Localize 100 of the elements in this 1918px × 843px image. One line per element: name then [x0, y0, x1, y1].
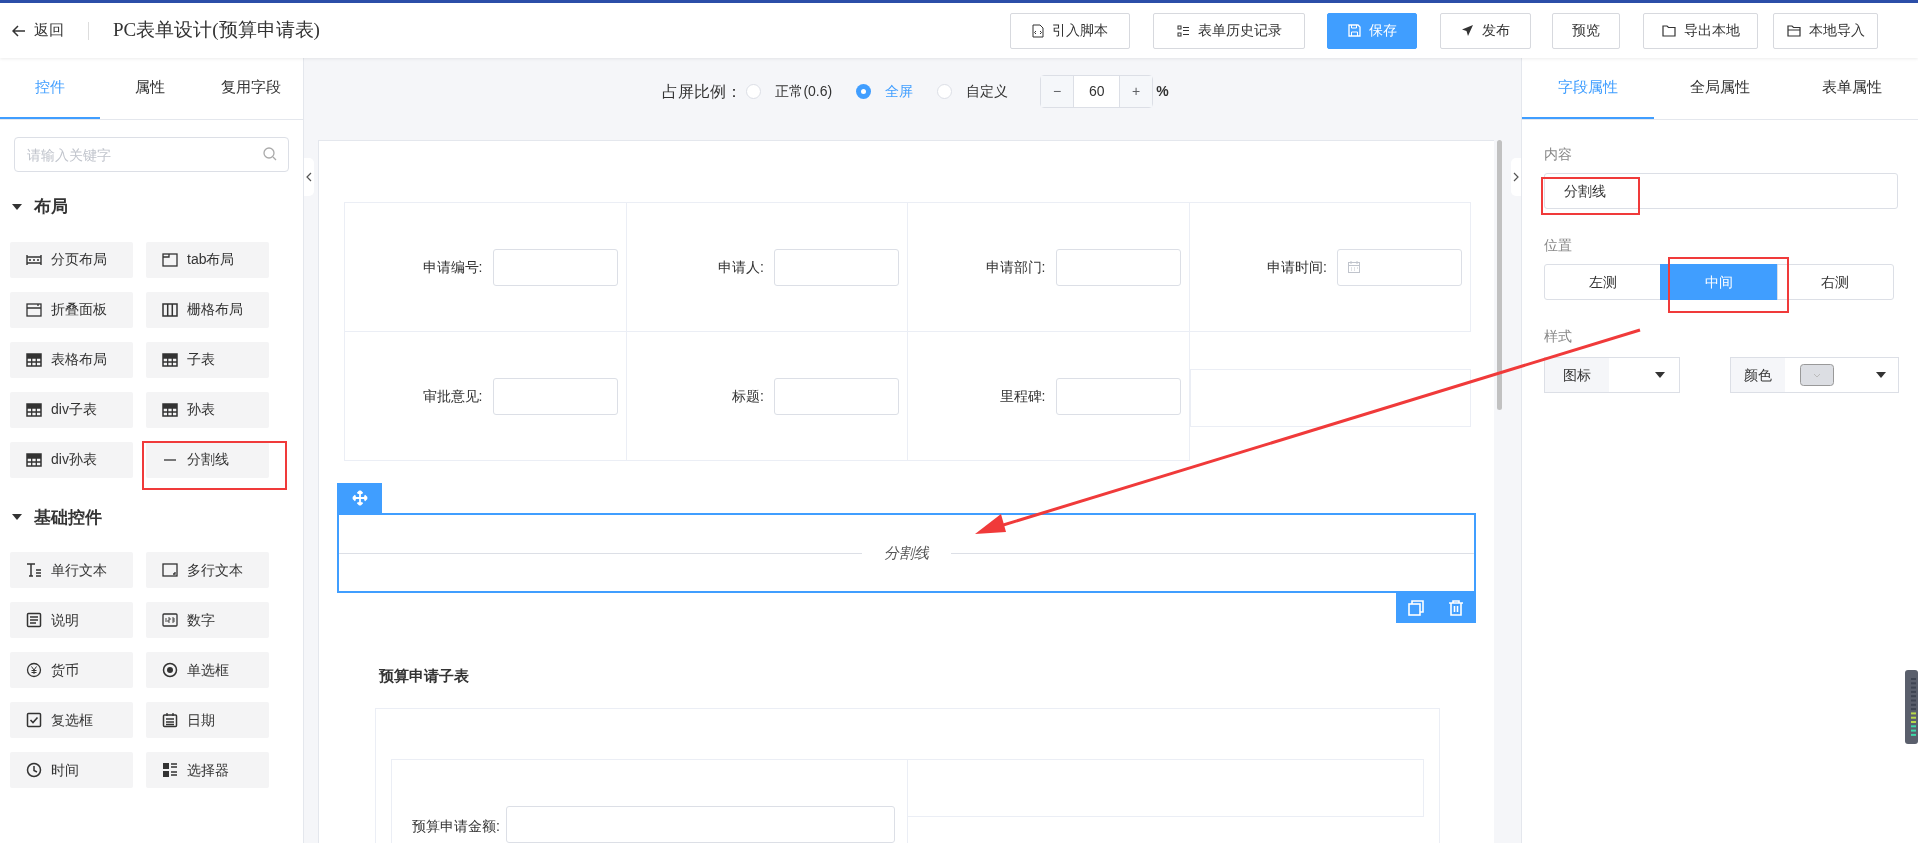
header-button[interactable]: 引入脚本 — [1010, 12, 1130, 49]
palette-item[interactable]: 分页布局 — [10, 241, 133, 278]
input-field[interactable] — [492, 377, 618, 415]
ratio-option[interactable]: 正常(0.6) — [746, 81, 833, 102]
radio-icon — [162, 662, 178, 678]
palette-item[interactable]: 分割线 — [146, 441, 269, 478]
increase-button[interactable]: + — [1119, 76, 1153, 107]
palette-item[interactable]: 折叠面板 — [10, 291, 133, 328]
number-stepper[interactable]: − 60 + — [1040, 75, 1154, 108]
table-icon — [26, 401, 42, 418]
columns-icon — [162, 301, 178, 318]
field-label: 标题: — [732, 386, 764, 406]
table-icon — [162, 401, 178, 418]
field-label: 预算申请金额: — [412, 816, 500, 836]
field-label: 申请人: — [718, 257, 764, 277]
panel-icon — [26, 301, 42, 318]
tab-icon — [162, 251, 178, 268]
input-field[interactable] — [1055, 377, 1181, 415]
ratio-option[interactable]: 自定义 — [937, 81, 1009, 102]
back-button[interactable]: 返回 — [12, 19, 64, 42]
header-button[interactable]: 发布 — [1440, 12, 1531, 49]
textarea-icon — [162, 562, 178, 578]
search-icon — [263, 147, 277, 161]
save-icon — [1347, 24, 1361, 37]
palette-item[interactable]: div子表 — [10, 391, 133, 428]
group-header[interactable]: 基础控件 — [12, 504, 303, 530]
zoom-value[interactable]: 60 — [1074, 76, 1120, 107]
palette-item[interactable]: 多行文本 — [146, 552, 269, 588]
group-header[interactable]: 布局 — [12, 194, 303, 220]
collapse-handle[interactable] — [1511, 158, 1521, 196]
palette-item[interactable]: tab布局 — [146, 241, 269, 278]
copy-icon — [1408, 600, 1424, 616]
caret-down-icon — [12, 201, 22, 212]
palette-item[interactable]: 选择器 — [146, 752, 269, 788]
field-label: 申请时间: — [1267, 257, 1327, 277]
palette-item[interactable]: 复选框 — [10, 702, 133, 738]
header-button[interactable]: 导出本地 — [1643, 12, 1758, 49]
palette-item[interactable]: 单选框 — [146, 652, 269, 688]
field-label: 审批意见: — [422, 386, 483, 406]
segment-option[interactable]: 左测 — [1544, 264, 1662, 300]
field-label: 样式 — [1544, 327, 1573, 346]
palette-item[interactable]: 孙表 — [146, 391, 269, 428]
palette-item[interactable]: 栅格布局 — [146, 291, 269, 328]
line-icon — [164, 458, 176, 461]
palette-item[interactable]: 子表 — [146, 341, 269, 378]
move-handle[interactable] — [337, 483, 382, 513]
input-field[interactable]: 分割线 — [1544, 173, 1898, 209]
field-label: 里程碑: — [999, 386, 1046, 406]
header-button[interactable]: 预览 — [1552, 12, 1620, 49]
copy-button[interactable] — [1408, 600, 1424, 616]
number-icon — [162, 612, 178, 628]
segment-option[interactable]: 右测 — [1776, 264, 1894, 300]
palette-item[interactable]: 货币 — [10, 652, 133, 688]
table-icon — [26, 351, 42, 368]
document-icon — [26, 612, 42, 628]
field-label: 申请编号: — [422, 257, 483, 277]
color-swatch-icon — [1800, 364, 1834, 386]
search-field[interactable]: 请输入关键字 — [14, 137, 289, 172]
header-button[interactable]: 表单历史记录 — [1153, 12, 1305, 49]
field-label: 申请部门: — [985, 257, 1046, 277]
script-file-icon — [1032, 23, 1044, 38]
panel-tab[interactable]: 全局属性 — [1653, 58, 1786, 119]
ratio-label: 占屏比例： — [662, 81, 743, 102]
panel-tab[interactable]: 复用字段 — [199, 58, 303, 119]
list-icon — [162, 762, 178, 778]
calendar-icon — [1348, 261, 1360, 273]
collapse-handle[interactable] — [304, 158, 314, 196]
caret-down-icon — [1876, 372, 1886, 378]
caret-down-icon — [1655, 372, 1665, 378]
input-field[interactable] — [774, 377, 899, 415]
input-field[interactable] — [492, 248, 618, 286]
palette-item[interactable]: 单行文本 — [10, 552, 133, 588]
scrollbar[interactable] — [1497, 140, 1502, 410]
palette-item[interactable]: 时间 — [10, 752, 133, 788]
section-title: 预算申请子表 — [379, 666, 470, 686]
icon-select[interactable]: 图标 — [1544, 357, 1680, 393]
back-arrow-icon — [12, 24, 26, 37]
chevron-left-icon — [306, 172, 312, 182]
input-field[interactable] — [1055, 248, 1181, 286]
text-icon — [26, 562, 42, 578]
panel-tab[interactable]: 属性 — [99, 58, 200, 119]
folder-icon — [1786, 24, 1801, 37]
color-select[interactable]: 颜色 — [1730, 357, 1899, 393]
level-meter-icon — [1905, 670, 1918, 744]
chevron-right-icon — [1513, 172, 1519, 182]
palette-item[interactable]: 数字 — [146, 602, 269, 638]
decrease-button[interactable]: − — [1041, 76, 1075, 107]
palette-item[interactable]: 表格布局 — [10, 341, 133, 378]
palette-item[interactable]: div孙表 — [10, 441, 133, 478]
palette-item[interactable]: 说明 — [10, 602, 133, 638]
delete-button[interactable] — [1448, 600, 1464, 616]
input-field[interactable] — [774, 248, 899, 286]
input-field[interactable] — [505, 805, 895, 843]
panel-tab[interactable]: 表单属性 — [1785, 58, 1918, 119]
palette-item[interactable]: 日期 — [146, 702, 269, 738]
move-icon — [351, 490, 368, 506]
divider-block[interactable]: 分割线 — [337, 513, 1476, 593]
field-label: 位置 — [1544, 236, 1573, 255]
header-button[interactable]: 本地导入 — [1773, 12, 1878, 49]
date-field[interactable] — [1337, 248, 1462, 286]
